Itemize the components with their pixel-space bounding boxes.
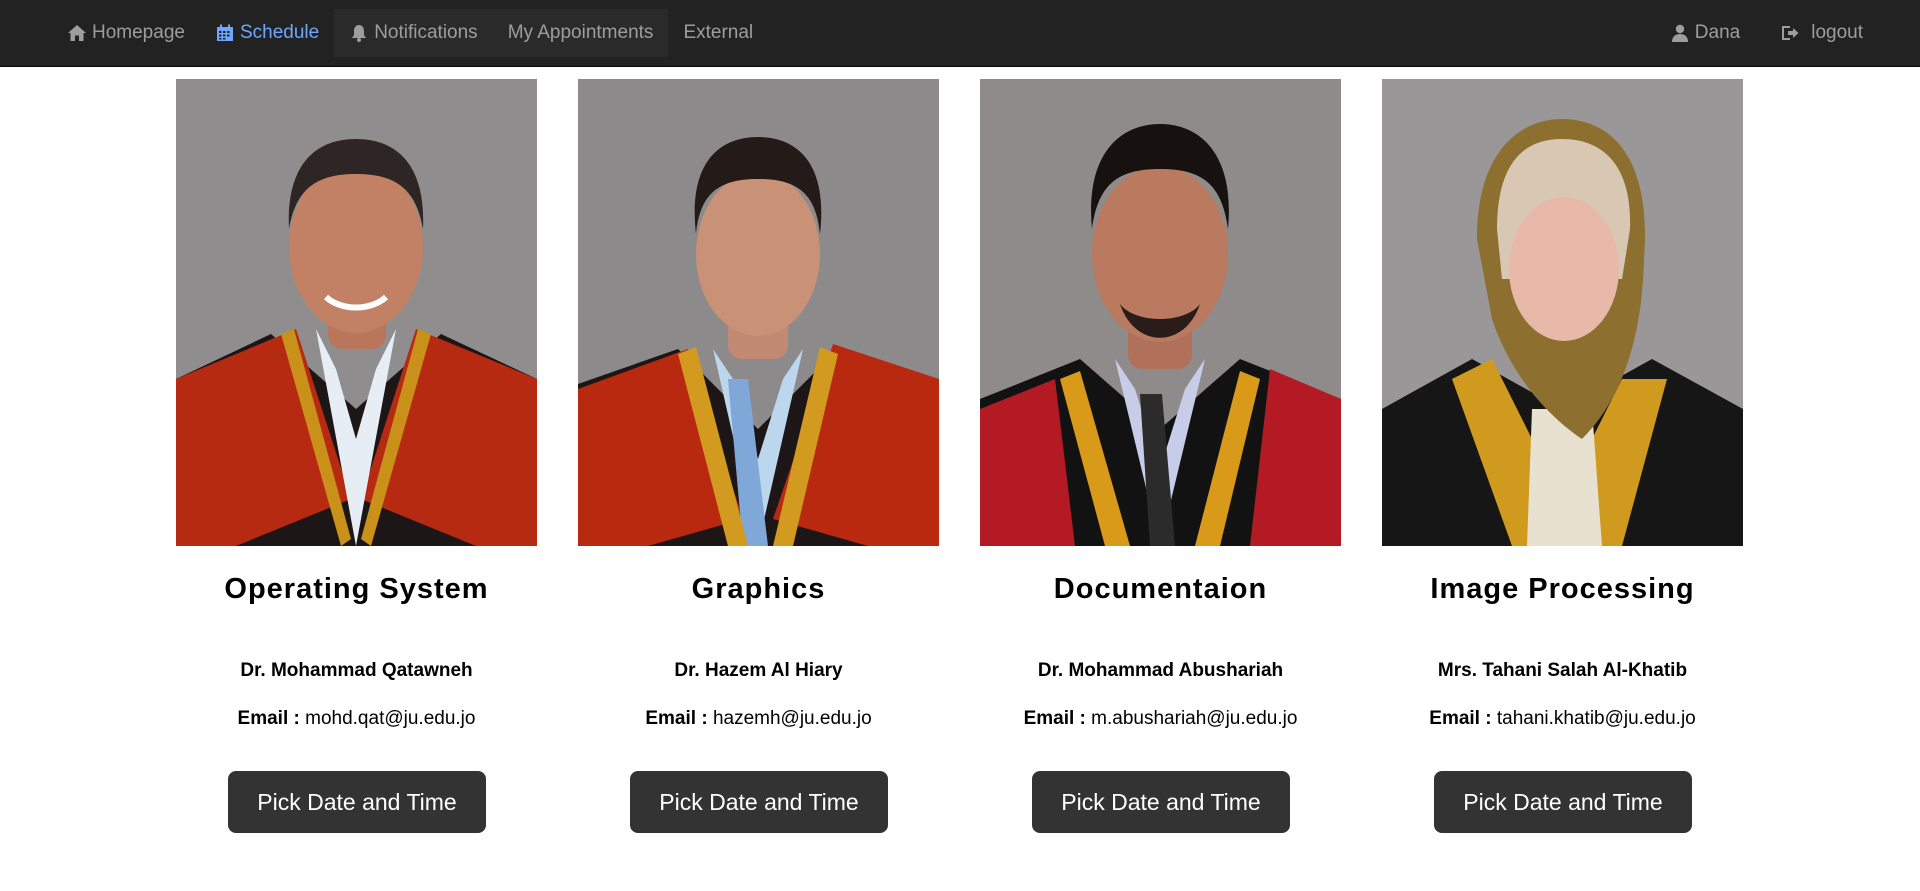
nav-logout[interactable]: logout [1765, 9, 1878, 57]
bell-icon [352, 25, 367, 42]
calendar-icon [216, 24, 233, 41]
email-address: m.abushariah@ju.edu.jo [1091, 708, 1298, 729]
pick-date-time-button[interactable]: Pick Date and Time [1434, 771, 1692, 833]
instructor-card: Graphics Dr. Hazem Al Hiary Email : haze… [578, 79, 939, 849]
email-line: Email : m.abushariah@ju.edu.jo [960, 708, 1361, 730]
instructor-photo [176, 79, 537, 546]
nav-right-group: Dana logout [1655, 0, 1920, 67]
email-label: Email : [1429, 708, 1492, 729]
course-title: Image Processing [1430, 573, 1695, 605]
nav-my-appointments-label: My Appointments [507, 22, 654, 43]
email-line: Email : mohd.qat@ju.edu.jo [156, 708, 557, 730]
course-title: Graphics [691, 573, 826, 605]
top-navbar: Homepage Schedule Notifications My Appoi… [0, 0, 1920, 67]
nav-left-group: Homepage Schedule Notifications My Appoi… [0, 0, 768, 67]
home-icon [68, 25, 86, 41]
email-label: Email : [1023, 708, 1086, 729]
email-line: Email : tahani.khatib@ju.edu.jo [1362, 708, 1763, 730]
pick-date-time-button[interactable]: Pick Date and Time [228, 771, 486, 833]
instructor-photo [578, 79, 939, 546]
email-address: hazemh@ju.edu.jo [712, 708, 872, 729]
portrait-image [578, 79, 939, 546]
nav-external[interactable]: External [668, 9, 768, 57]
nav-schedule[interactable]: Schedule [200, 9, 334, 57]
portrait-image [1382, 79, 1743, 546]
professor-name: Dr. Mohammad Qatawneh [240, 660, 473, 681]
nav-schedule-label: Schedule [239, 22, 320, 43]
email-address: mohd.qat@ju.edu.jo [305, 708, 476, 729]
course-title: Documentaion [1053, 573, 1268, 605]
nav-logout-label: logout [1811, 22, 1863, 43]
pick-date-time-button[interactable]: Pick Date and Time [630, 771, 888, 833]
professor-name: Dr. Mohammad Abushariah [1037, 660, 1284, 681]
instructor-card: Documentaion Dr. Mohammad Abushariah Ema… [980, 79, 1341, 849]
email-line: Email : hazemh@ju.edu.jo [558, 708, 959, 730]
nav-user-label: Dana [1694, 22, 1741, 43]
nav-homepage[interactable]: Homepage [52, 9, 200, 57]
nav-homepage-label: Homepage [92, 22, 185, 43]
portrait-image [176, 79, 537, 546]
nav-user[interactable]: Dana [1655, 9, 1755, 57]
nav-external-label: External [683, 22, 754, 43]
email-address: tahani.khatib@ju.edu.jo [1496, 708, 1696, 729]
logout-icon [1782, 26, 1799, 40]
instructor-photo [980, 79, 1341, 546]
nav-notifications-label: Notifications [374, 22, 478, 43]
portrait-image [980, 79, 1341, 546]
instructor-photo [1382, 79, 1743, 546]
instructor-cards: Operating System Dr. Mohammad Qatawneh E… [176, 79, 1744, 849]
course-title: Operating System [224, 573, 489, 605]
email-label: Email : [645, 708, 708, 729]
instructor-card: Image Processing Mrs. Tahani Salah Al-Kh… [1382, 79, 1743, 849]
instructor-card: Operating System Dr. Mohammad Qatawneh E… [176, 79, 537, 849]
nav-notifications[interactable]: Notifications [334, 9, 493, 57]
professor-name: Dr. Hazem Al Hiary [674, 660, 843, 681]
user-icon [1671, 24, 1688, 42]
nav-my-appointments[interactable]: My Appointments [492, 9, 669, 57]
professor-name: Mrs. Tahani Salah Al-Khatib [1437, 660, 1688, 681]
email-label: Email : [237, 708, 300, 729]
pick-date-time-button[interactable]: Pick Date and Time [1032, 771, 1290, 833]
